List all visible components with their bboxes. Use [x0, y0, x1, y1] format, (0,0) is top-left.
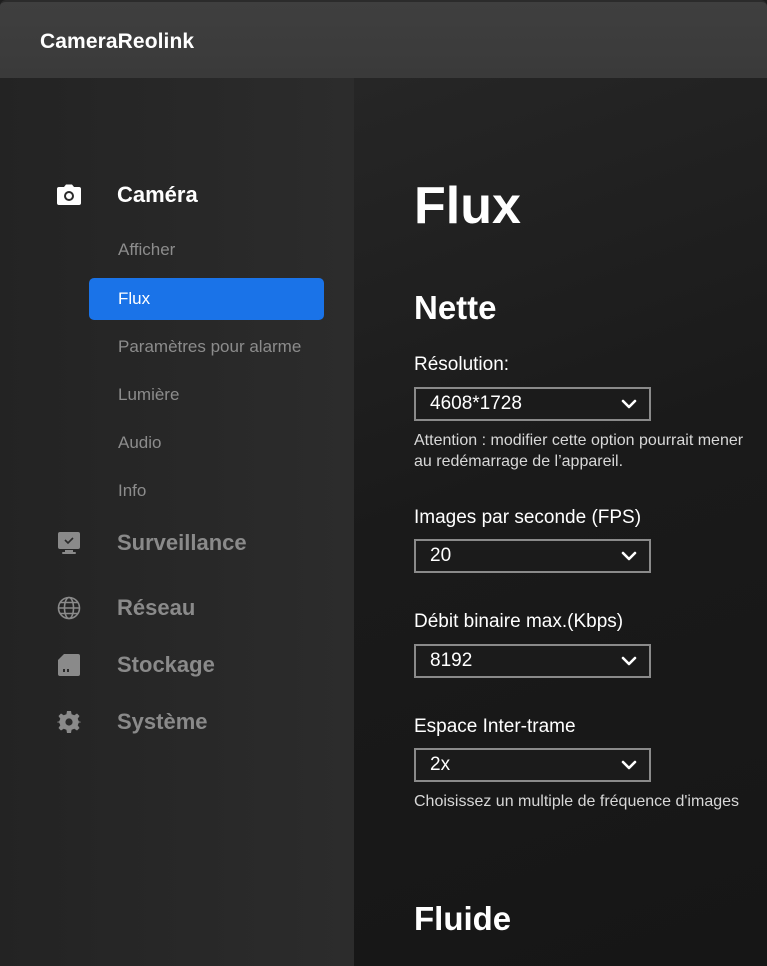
app-title: CameraReolink — [40, 30, 195, 53]
sidebar-section-label: Caméra — [117, 182, 198, 207]
resolution-hint: Attention : modifier cette option pourra… — [414, 432, 744, 470]
sidebar-section-systeme[interactable]: Système — [0, 702, 354, 742]
interframe-value: 2x — [430, 754, 451, 775]
interframe-hint: Choisissez un multiple de fréquence d'im… — [414, 793, 740, 810]
sidebar-item-info[interactable]: Info — [89, 470, 324, 512]
interframe-label: Espace Inter-trame — [414, 716, 576, 737]
sidebar-item-label: Flux — [118, 289, 151, 308]
sidebar-item-lumiere[interactable]: Lumière — [89, 374, 324, 416]
sidebar-item-audio[interactable]: Audio — [89, 422, 324, 464]
sidebar-section-surveillance[interactable]: Surveillance — [0, 523, 354, 563]
app-window: CameraReolink Caméra Afficher Flux Param… — [0, 0, 767, 966]
resolution-label: Résolution: — [414, 354, 510, 375]
sidebar-section-camera[interactable]: Caméra — [0, 175, 354, 215]
group-title-nette: Nette — [414, 289, 497, 326]
globe-icon — [56, 595, 82, 621]
sidebar: Caméra Afficher Flux Paramètres pour ala… — [0, 78, 354, 966]
interframe-select[interactable]: 2x — [414, 748, 651, 782]
sidebar-section-stockage[interactable]: Stockage — [0, 645, 354, 685]
fps-label: Images par seconde (FPS) — [414, 507, 642, 528]
resolution-value: 4608*1728 — [430, 393, 522, 414]
fps-select[interactable]: 20 — [414, 539, 651, 573]
sidebar-section-label: Système — [117, 709, 208, 734]
chevron-down-icon — [621, 549, 637, 563]
camera-icon — [56, 182, 82, 208]
bitrate-select[interactable]: 8192 — [414, 644, 651, 678]
sidebar-item-afficher[interactable]: Afficher — [89, 229, 324, 271]
monitor-icon — [56, 530, 82, 556]
sd-card-icon — [56, 652, 82, 678]
chevron-down-icon — [621, 758, 637, 772]
sidebar-section-label: Surveillance — [117, 530, 247, 555]
chevron-down-icon — [621, 654, 637, 668]
main-content: Flux Nette Résolution: 4608*1728 Attenti… — [354, 78, 767, 966]
sidebar-item-label: Afficher — [118, 240, 176, 259]
sidebar-item-label: Info — [118, 481, 147, 500]
chevron-down-icon — [621, 397, 637, 411]
resolution-select[interactable]: 4608*1728 — [414, 387, 651, 421]
sidebar-section-label: Réseau — [117, 595, 196, 620]
sidebar-item-label: Lumière — [118, 385, 180, 404]
sidebar-item-flux[interactable]: Flux — [89, 278, 324, 320]
bitrate-label: Débit binaire max.(Kbps) — [414, 611, 624, 632]
bitrate-value: 8192 — [430, 650, 473, 671]
fps-value: 20 — [430, 545, 452, 566]
sidebar-item-label: Audio — [118, 433, 162, 452]
sidebar-item-label: Paramètres pour alarme — [118, 337, 302, 356]
sidebar-section-label: Stockage — [117, 652, 215, 677]
sidebar-section-reseau[interactable]: Réseau — [0, 588, 354, 628]
page-title: Flux — [414, 177, 521, 235]
sidebar-item-alarm-settings[interactable]: Paramètres pour alarme — [89, 326, 324, 368]
gear-icon — [56, 709, 82, 735]
group-title-fluide: Fluide — [414, 900, 512, 937]
title-bar: CameraReolink — [0, 0, 767, 78]
